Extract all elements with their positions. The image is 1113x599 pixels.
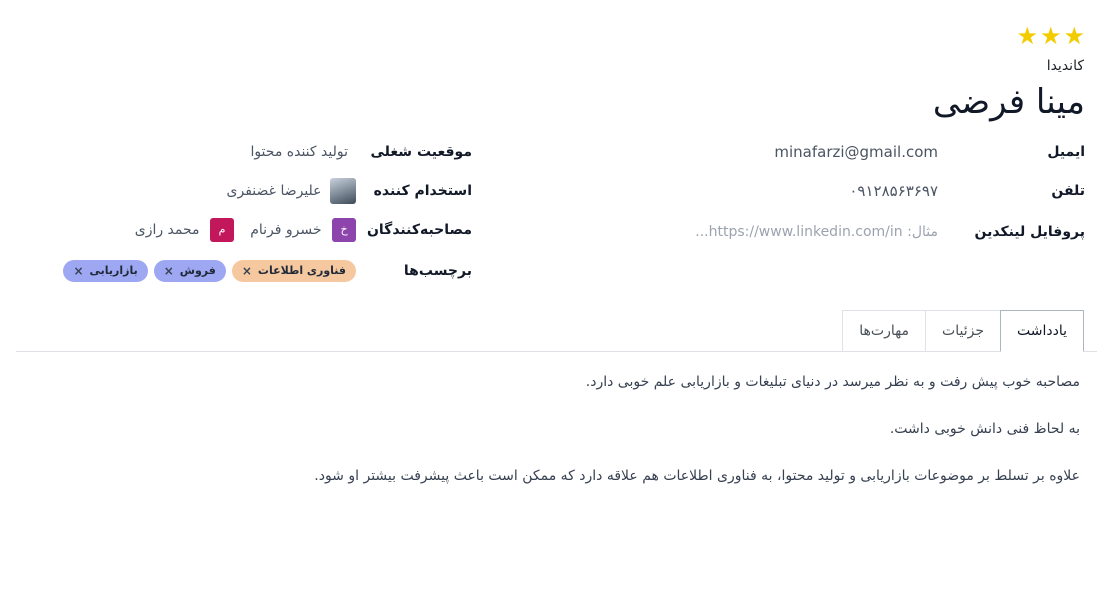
- star-icon[interactable]: ★: [1040, 24, 1062, 48]
- linkedin-row: پروفایل لینکدین مثال: https://www.linked…: [485, 219, 1085, 245]
- close-icon[interactable]: ×: [164, 258, 174, 284]
- email-label: ایمیل: [1047, 144, 1085, 160]
- note-paragraph[interactable]: مصاحبه خوب پیش رفت و به نظر میرسد در دنی…: [586, 374, 1080, 390]
- star-icon[interactable]: ★: [1063, 24, 1085, 48]
- tab-notes[interactable]: یادداشت: [1000, 310, 1084, 352]
- tags-field[interactable]: فناوری اطلاعات × فروش × بازاریابی ×: [63, 258, 356, 284]
- avatar: [330, 178, 356, 204]
- tags-label: برچسب‌ها: [403, 263, 472, 279]
- job-row: موقعیت شغلی تولید کننده محتوا: [60, 139, 472, 165]
- close-icon[interactable]: ×: [73, 258, 83, 284]
- linkedin-label: پروفایل لینکدین: [974, 224, 1086, 240]
- linkedin-field[interactable]: مثال: https://www.linkedin.com/in...: [695, 219, 938, 245]
- interviewer-name: محمد رازی: [134, 222, 200, 238]
- note-paragraph[interactable]: به لحاظ فنی دانش خوبی داشت.: [890, 421, 1080, 437]
- job-field[interactable]: تولید کننده محتوا: [250, 139, 348, 165]
- email-row: ایمیل minafarzi@gmail.com: [485, 139, 1085, 165]
- phone-field[interactable]: ۰۹۱۲۸۵۶۳۶۹۷: [849, 178, 938, 204]
- recruiter-name: علیرضا غضنفری: [226, 183, 322, 199]
- priority-stars[interactable]: ★ ★ ★: [1016, 24, 1085, 48]
- tag-label: فروش: [179, 264, 216, 277]
- tag-it[interactable]: فناوری اطلاعات ×: [231, 258, 356, 284]
- recruiter-row: استخدام کننده علیرضا غضنفری: [60, 178, 472, 204]
- recruiter-field[interactable]: علیرضا غضنفری: [227, 178, 356, 204]
- interviewers-row: مصاحبه‌کنندگان خ خسرو فرنام م محمد رازی: [60, 217, 472, 243]
- phone-label: تلفن: [1051, 183, 1085, 199]
- note-paragraph[interactable]: علاوه بر تسلط بر موضوعات بازاریابی و تول…: [314, 468, 1080, 484]
- tab-divider: [16, 351, 1097, 352]
- tab-details[interactable]: جزئیات: [925, 310, 1001, 352]
- tab-skills[interactable]: مهارت‌ها: [842, 310, 927, 352]
- tag-label: بازاریابی: [89, 264, 138, 277]
- phone-row: تلفن ۰۹۱۲۸۵۶۳۶۹۷: [485, 178, 1085, 204]
- interviewer-chip[interactable]: خ خسرو فرنام: [250, 217, 356, 243]
- tag-sales[interactable]: فروش ×: [153, 258, 226, 284]
- record-subtitle: کاندیدا: [1046, 58, 1084, 74]
- tag-marketing[interactable]: بازاریابی ×: [63, 258, 148, 284]
- tags-row: برچسب‌ها فناوری اطلاعات × فروش × بازاریا…: [60, 258, 472, 284]
- job-label: موقعیت شغلی: [370, 144, 472, 160]
- interviewer-name: خسرو فرنام: [250, 222, 322, 238]
- star-icon[interactable]: ★: [1016, 24, 1038, 48]
- interviewer-chip[interactable]: م محمد رازی: [135, 217, 234, 243]
- recruiter-label: استخدام کننده: [373, 183, 472, 199]
- avatar: م: [210, 218, 234, 242]
- tag-label: فناوری اطلاعات: [257, 264, 346, 277]
- notebook-tabs: یادداشت جزئیات مهارت‌ها: [842, 310, 1084, 352]
- avatar: خ: [332, 218, 356, 242]
- email-field[interactable]: minafarzi@gmail.com: [774, 139, 938, 165]
- candidate-name[interactable]: مینا فرضی: [933, 82, 1085, 122]
- interviewers-label: مصاحبه‌کنندگان: [366, 222, 472, 238]
- close-icon[interactable]: ×: [242, 258, 252, 284]
